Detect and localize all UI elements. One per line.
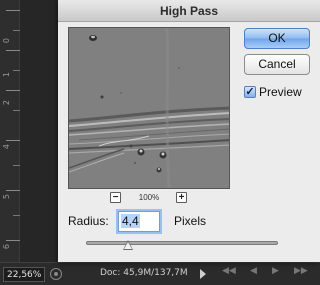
radius-label: Radius: bbox=[68, 214, 109, 228]
ruler-tick bbox=[6, 90, 20, 91]
cancel-button[interactable]: Cancel bbox=[244, 54, 310, 75]
first-frame-icon[interactable]: ◀◀ bbox=[222, 265, 236, 277]
previous-frame-icon[interactable]: ◀ bbox=[250, 265, 257, 277]
radius-row: Radius: 4,4 Pixels bbox=[68, 211, 268, 233]
ruler-tick bbox=[6, 50, 20, 51]
zoom-in-button[interactable]: + bbox=[176, 192, 187, 203]
radius-slider-thumb[interactable] bbox=[123, 240, 134, 250]
status-info-icon[interactable] bbox=[50, 268, 62, 280]
vertical-ruler: 0 1 2 4 5 6 bbox=[0, 0, 20, 262]
radius-input[interactable]: 4,4 bbox=[118, 211, 160, 232]
ruler-tick bbox=[6, 140, 20, 141]
status-menu-arrow-icon[interactable] bbox=[200, 269, 206, 279]
ruler-label: 0 bbox=[2, 38, 11, 44]
ok-button[interactable]: OK bbox=[244, 28, 310, 49]
preview-zoom-controls: − 100% + bbox=[68, 192, 230, 206]
preview-checkbox-label: Preview bbox=[259, 85, 302, 99]
radius-value: 4,4 bbox=[121, 214, 140, 228]
dialog-title: High Pass bbox=[58, 0, 320, 22]
radius-slider-track[interactable] bbox=[86, 241, 278, 245]
ruler-label: 6 bbox=[2, 244, 11, 250]
ruler-tick bbox=[13, 70, 20, 71]
ruler-tick bbox=[13, 30, 20, 31]
ruler-tick bbox=[13, 165, 20, 166]
ruler-tick bbox=[6, 10, 20, 11]
ruler-label: 4 bbox=[2, 144, 11, 150]
ruler-tick bbox=[6, 190, 20, 191]
radius-units-label: Pixels bbox=[174, 214, 207, 228]
preview-checkbox[interactable]: ✓ bbox=[244, 86, 256, 98]
ruler-label: 5 bbox=[2, 194, 11, 200]
ruler-tick bbox=[6, 240, 20, 241]
filter-preview[interactable] bbox=[68, 27, 230, 189]
document-size-info: Doc: 45,9M/137,7M bbox=[100, 268, 188, 278]
ruler-tick bbox=[13, 215, 20, 216]
play-icon[interactable]: ▶ bbox=[272, 265, 279, 277]
high-pass-dialog: High Pass − 100% + OK Cancel ✓ Preview R… bbox=[58, 0, 320, 262]
preview-zoom-level: 100% bbox=[138, 193, 160, 202]
next-frame-icon[interactable]: ▶▶ bbox=[294, 265, 308, 277]
preview-image bbox=[69, 28, 229, 188]
ruler-label: 1 bbox=[2, 72, 11, 78]
ruler-label: 2 bbox=[2, 100, 11, 106]
zoom-level-field[interactable]: 22,56% bbox=[3, 267, 45, 282]
ruler-tick bbox=[13, 110, 20, 111]
